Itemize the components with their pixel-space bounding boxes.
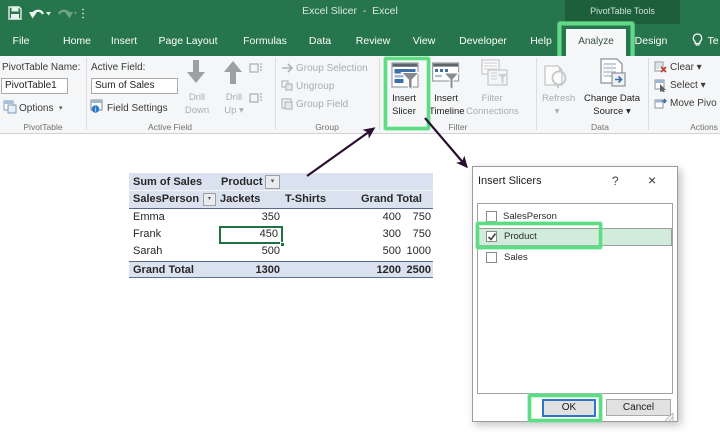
svg-text:i: i: [95, 106, 97, 114]
